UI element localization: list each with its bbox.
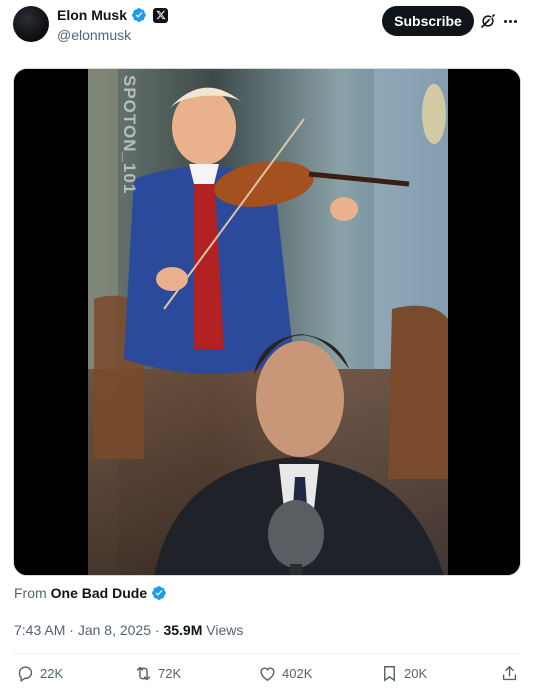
share-icon [502, 666, 517, 681]
author-display-name[interactable]: Elon Musk [57, 7, 127, 23]
reply-button[interactable]: 22K [16, 664, 63, 683]
share-button[interactable] [500, 664, 519, 683]
views-count[interactable]: 35.9M [163, 622, 202, 638]
divider [13, 653, 520, 654]
meta-separator: · [65, 622, 78, 638]
tweet-actions: 22K 72K 402K 20K [16, 664, 519, 686]
tweet-meta: 7:43 AM · Jan 8, 2025 · 35.9M Views [14, 622, 243, 638]
repost-icon [136, 666, 151, 681]
verified-badge-icon[interactable] [131, 7, 147, 23]
bookmark-icon [384, 666, 395, 682]
like-count: 402K [282, 666, 313, 681]
verified-badge-icon[interactable] [151, 585, 167, 601]
source-prefix: From [14, 585, 47, 601]
repost-count: 72K [158, 666, 182, 681]
reply-icon [18, 666, 33, 683]
source-name-link[interactable]: One Bad Dude [51, 585, 147, 601]
x-logo-icon [153, 7, 169, 23]
media-source-attribution: From One Bad Dude [14, 585, 167, 601]
grok-icon[interactable] [479, 12, 497, 30]
tweet-media-video[interactable]: SPOTON_101 [13, 68, 521, 576]
more-icon[interactable] [501, 12, 519, 30]
repost-button[interactable]: 72K [134, 664, 181, 683]
tweet-time[interactable]: 7:43 AM [14, 622, 65, 638]
video-watermark: SPOTON_101 [120, 75, 139, 194]
bookmark-button[interactable]: 20K [380, 664, 427, 683]
meta-separator: · [151, 622, 164, 638]
video-frame: SPOTON_101 [14, 69, 520, 575]
heart-icon [260, 667, 275, 682]
subscribe-button[interactable]: Subscribe [382, 6, 474, 36]
author-name-row: Elon Musk [57, 7, 169, 23]
views-label: Views [202, 622, 244, 638]
reply-count: 22K [40, 666, 64, 681]
avatar[interactable] [13, 6, 49, 42]
tweet-header: Elon Musk @elonmusk Subscribe [13, 6, 519, 46]
bookmark-count: 20K [404, 666, 428, 681]
tweet-date[interactable]: Jan 8, 2025 [78, 622, 151, 638]
author-handle[interactable]: @elonmusk [57, 27, 131, 43]
like-button[interactable]: 402K [258, 664, 312, 683]
